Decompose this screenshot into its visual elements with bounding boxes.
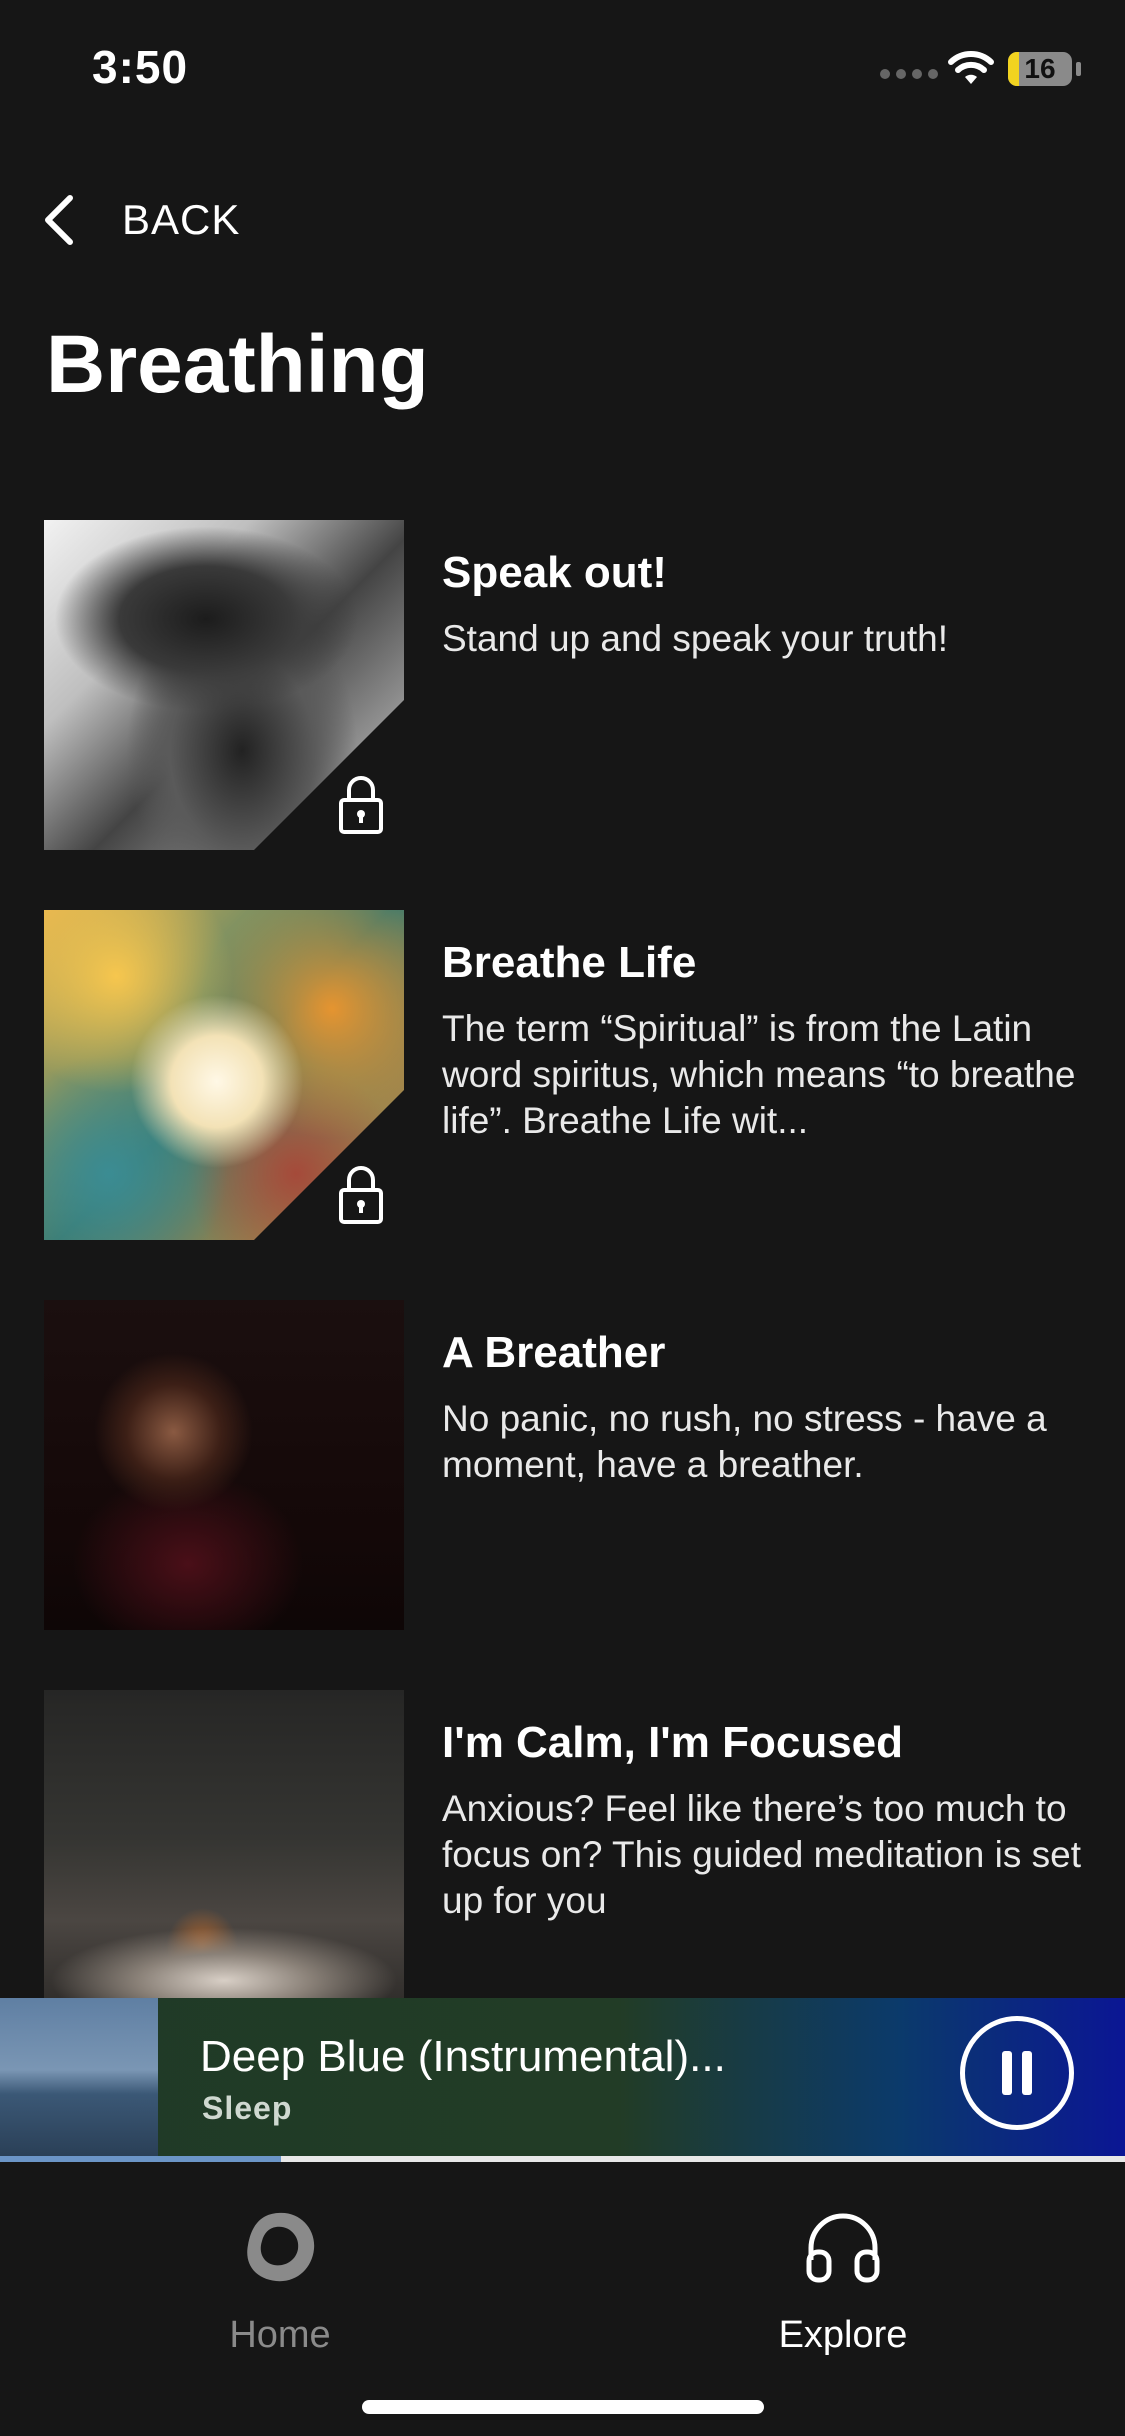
back-button[interactable]: BACK (40, 190, 240, 250)
player-title: Deep Blue (Instrumental)... (200, 2032, 726, 2081)
item-thumbnail (44, 910, 404, 1240)
item-title: I'm Calm, I'm Focused (442, 1718, 904, 1767)
item-title: Breathe Life (442, 938, 697, 987)
tab-bar: Home Explore (0, 2162, 1125, 2436)
home-blob-icon (247, 2212, 315, 2282)
item-thumbnail (44, 1300, 404, 1630)
lock-icon (339, 1166, 383, 1224)
item-description: No panic, no rush, no stress - have a mo… (442, 1398, 1047, 1485)
player-subtitle: Sleep (202, 2090, 293, 2126)
battery-icon: 16 (1008, 52, 1072, 86)
tab-home-label: Home (229, 2314, 331, 2356)
headphones-icon (806, 2213, 880, 2283)
item-description: Stand up and speak your truth! (442, 618, 949, 659)
pause-button[interactable] (960, 2016, 1074, 2130)
tab-explore[interactable]: Explore (723, 2202, 963, 2357)
item-title: Speak out! (442, 548, 667, 597)
page-title: Breathing (46, 319, 429, 410)
player-artwork (0, 1998, 158, 2158)
list-item[interactable]: I'm Calm, I'm Focused Anxious? Feel like… (44, 1690, 1084, 2020)
tab-home[interactable]: Home (160, 2202, 400, 2357)
list-item[interactable]: A Breather No panic, no rush, no stress … (44, 1300, 1084, 1630)
item-description: The term “Spiritual” is from the Latin w… (442, 1008, 1076, 1141)
item-title: A Breather (442, 1328, 666, 1377)
signal-icon (880, 66, 944, 84)
item-thumbnail (44, 1690, 404, 2020)
home-indicator (362, 2400, 764, 2414)
status-time: 3:50 (92, 41, 189, 93)
lock-icon (339, 776, 383, 834)
list-item[interactable]: Breathe Life The term “Spiritual” is fro… (44, 910, 1084, 1240)
mini-player[interactable]: Deep Blue (Instrumental)... Sleep (0, 1998, 1125, 2158)
status-bar: 3:50 16 (0, 0, 1125, 140)
item-description: Anxious? Feel like there’s too much to f… (442, 1788, 1081, 1921)
pause-icon (1002, 2051, 1012, 2095)
list-item[interactable]: Speak out! Stand up and speak your truth… (44, 520, 1084, 850)
tab-explore-label: Explore (778, 2314, 908, 2356)
item-thumbnail (44, 520, 404, 850)
battery-level: 16 (1024, 53, 1056, 84)
back-label: BACK (122, 196, 241, 243)
wifi-icon (948, 51, 994, 84)
chevron-left-icon (45, 195, 73, 245)
